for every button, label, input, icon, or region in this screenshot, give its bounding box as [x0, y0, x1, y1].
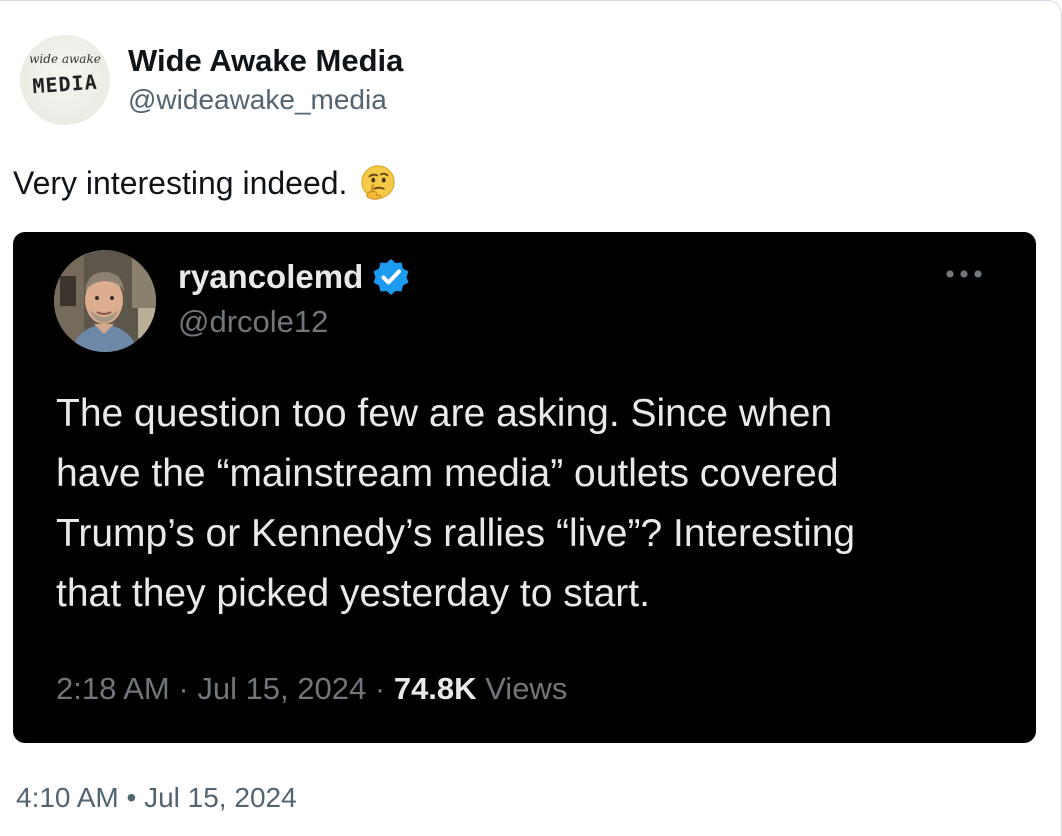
quoted-author-handle[interactable]: @drcole12 [178, 304, 328, 340]
post-text: Very interesting indeed. [13, 161, 397, 205]
views-label: Views [485, 671, 568, 706]
quoted-post[interactable]: ryancolemd @drcole12 The question too fe… [13, 232, 1036, 743]
thinking-face-icon [361, 165, 396, 200]
quoted-post-meta: 2:18 AM · Jul 15, 2024 · 74.8K Views [56, 668, 567, 710]
quoted-author-name[interactable]: ryancolemd [178, 258, 363, 296]
quoted-post-line: have the “mainstream media” outlets cove… [56, 452, 839, 495]
quoted-post-line: that they picked yesterday to start. [56, 572, 650, 615]
quoted-author-avatar[interactable] [54, 250, 156, 352]
post-text-content: Very interesting indeed. [13, 165, 348, 201]
post-author: wide awake MEDIA Wide Awake Media @widea… [20, 35, 403, 133]
post-timestamp[interactable]: 4:10 AM • Jul 15, 2024 [16, 779, 297, 817]
quoted-author-avatar-image [54, 250, 156, 352]
quoted-post-time[interactable]: 2:18 AM [56, 671, 170, 706]
verified-badge-icon [373, 259, 409, 295]
author-avatar[interactable]: wide awake MEDIA [20, 35, 110, 125]
avatar-logo-top-text: wide awake [29, 52, 101, 66]
avatar-logo-main-text: MEDIA [31, 69, 99, 99]
author-handle[interactable]: @wideawake_media [128, 79, 403, 121]
views-count: 74.8K [393, 671, 477, 706]
quoted-author-name-row: ryancolemd [178, 256, 411, 298]
quoted-post-line: The question too few are asking. Since w… [56, 392, 833, 435]
quoted-post-line: Trump’s or Kennedy’s rallies “live”? Int… [56, 512, 856, 555]
meta-separator: · [178, 671, 189, 706]
quoted-post-text: The question too few are asking. Since w… [56, 384, 986, 624]
meta-separator: · [374, 671, 386, 706]
post-card: wide awake MEDIA Wide Awake Media @widea… [0, 0, 1062, 836]
quoted-post-date[interactable]: Jul 15, 2024 [197, 671, 366, 706]
author-name[interactable]: Wide Awake Media [128, 43, 403, 79]
more-options-icon[interactable] [943, 262, 985, 286]
author-info: Wide Awake Media @wideawake_media [128, 43, 403, 121]
